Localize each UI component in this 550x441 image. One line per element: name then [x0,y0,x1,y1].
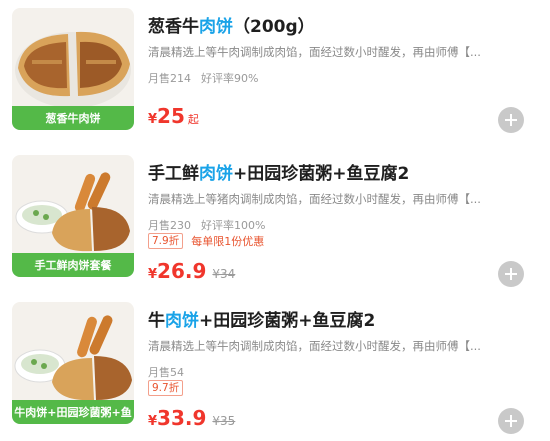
add-to-cart-button[interactable] [498,261,524,287]
product-title[interactable]: 牛肉饼+田园珍菌粥+鱼豆腐2 [148,306,375,331]
add-to-cart-button[interactable] [498,107,524,133]
price-value: 26.9 [157,259,207,283]
price-currency: ¥ [148,267,158,282]
sales-info: 月售214 好评率90% [148,70,258,86]
price-row: ¥ 25 起 [148,104,199,128]
promo-row: 7.9折 每单限1份优惠 [148,233,264,249]
add-to-cart-button[interactable] [498,408,524,434]
price-suffix: 起 [187,113,199,126]
discount-badge: 9.7折 [148,380,184,396]
product-image[interactable]: 手工鲜肉饼套餐 [12,155,134,277]
product-title[interactable]: 葱香牛肉饼（200g） [148,12,315,37]
image-caption: 手工鲜肉饼套餐 [12,253,134,277]
product-title[interactable]: 手工鲜肉饼+田园珍菌粥+鱼豆腐2 [148,159,409,184]
price-value: 25 [157,104,185,128]
product-description: 清晨精选上等猪肉调制成肉馅，面经过数小时醒发，再由师傅【... [148,192,481,206]
promo-row: 9.7折 [148,380,184,396]
product-description: 清晨精选上等牛肉调制成肉馅，面经过数小时醒发，再由师傅【... [148,339,481,353]
limit-note: 每单限1份优惠 [191,235,265,248]
price-currency: ¥ [148,414,158,429]
title-text: 葱香牛 [148,17,199,37]
product-image[interactable]: 葱香牛肉饼 [12,8,134,130]
product-item[interactable]: 葱香牛肉饼 葱香牛肉饼（200g） 清晨精选上等牛肉调制成肉馅，面经过数小时醒发… [0,0,550,140]
monthly-sales: 月售54 [148,366,184,379]
product-item[interactable]: 牛肉饼+田园珍菌粥+鱼 牛肉饼+田园珍菌粥+鱼豆腐2 清晨精选上等牛肉调制成肉馅… [0,294,550,434]
plus-icon [505,268,517,280]
image-caption: 牛肉饼+田园珍菌粥+鱼 [12,400,134,424]
image-caption: 葱香牛肉饼 [12,106,134,130]
original-price: ¥35 [212,414,236,428]
monthly-sales: 月售214 [148,72,191,85]
price-row: ¥ 26.9 ¥34 [148,259,235,283]
price-value: 33.9 [157,406,207,430]
title-highlight: 肉饼 [165,311,199,331]
product-image[interactable]: 牛肉饼+田园珍菌粥+鱼 [12,302,134,424]
rating: 好评率90% [201,72,259,85]
original-price: ¥34 [212,267,236,281]
title-suffix: （200g） [233,17,315,37]
monthly-sales: 月售230 [148,219,191,232]
title-highlight: 肉饼 [199,17,233,37]
price-row: ¥ 33.9 ¥35 [148,406,235,430]
sales-info: 月售54 [148,364,184,380]
plus-icon [505,415,517,427]
title-highlight: 肉饼 [199,164,233,184]
title-suffix: +田园珍菌粥+鱼豆腐2 [233,164,410,184]
price-currency: ¥ [148,112,158,127]
title-suffix: +田园珍菌粥+鱼豆腐2 [199,311,376,331]
plus-icon [505,114,517,126]
product-item[interactable]: 手工鲜肉饼套餐 手工鲜肉饼+田园珍菌粥+鱼豆腐2 清晨精选上等猪肉调制成肉馅，面… [0,147,550,287]
rating: 好评率100% [201,219,266,232]
sales-info: 月售230 好评率100% [148,217,265,233]
discount-badge: 7.9折 [148,233,184,249]
title-text: 手工鲜 [148,164,199,184]
title-text: 牛 [148,311,165,331]
product-description: 清晨精选上等牛肉调制成肉馅，面经过数小时醒发，再由师傅【... [148,45,481,59]
